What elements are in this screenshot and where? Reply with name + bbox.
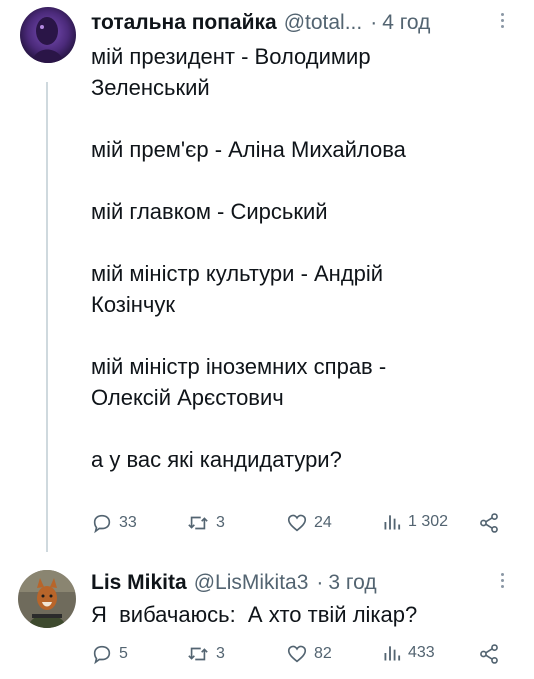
share-button[interactable]: [478, 643, 500, 665]
reply-count: 5: [119, 645, 128, 662]
thread-line: [46, 82, 48, 552]
action-bar: 33 3 24 1 302: [91, 512, 511, 540]
author-name[interactable]: тотальна попайка: [91, 11, 277, 35]
like-button[interactable]: 82: [286, 643, 332, 665]
heart-icon: [287, 645, 307, 663]
timestamp[interactable]: 4 год: [382, 11, 430, 35]
retweet-count: 3: [216, 514, 225, 531]
speech-bubble-icon: [93, 514, 111, 534]
views-count: 433: [408, 644, 435, 661]
tweet-1[interactable]: тотальна попайка @total... · 4 год мій п…: [0, 0, 534, 552]
share-icon: [480, 513, 498, 533]
share-icon: [480, 644, 498, 664]
more-dots-icon[interactable]: [500, 573, 506, 591]
speech-bubble-icon: [93, 645, 111, 665]
reply-button[interactable]: 5: [91, 643, 128, 665]
author-handle[interactable]: @total...: [284, 11, 363, 35]
views-button[interactable]: 1 302: [382, 512, 448, 532]
views-count: 1 302: [408, 513, 449, 530]
action-bar: 5 3 82 433: [91, 643, 511, 671]
tweet-text: Я вибачаюсь: А хто твій лікар?: [91, 602, 418, 627]
views-button[interactable]: 433: [382, 643, 435, 663]
share-button[interactable]: [478, 512, 500, 534]
timestamp[interactable]: 3 год: [328, 571, 376, 595]
retweet-count: 3: [216, 645, 225, 662]
bar-chart-icon: [384, 646, 401, 661]
like-count: 24: [314, 514, 332, 531]
reply-count: 33: [119, 514, 137, 531]
bar-chart-icon: [384, 515, 401, 530]
separator-dot: ·: [316, 571, 324, 594]
separator-dot: ·: [370, 11, 378, 34]
tweet-text: мій президент - Володимир Зеленський мій…: [91, 44, 406, 472]
retweet-button[interactable]: 3: [186, 643, 225, 665]
avatar[interactable]: [18, 570, 76, 628]
heart-icon: [287, 514, 307, 532]
retweet-icon: [188, 516, 208, 530]
like-count: 82: [314, 645, 332, 662]
retweet-icon: [188, 647, 208, 661]
retweet-button[interactable]: 3: [186, 512, 225, 534]
like-button[interactable]: 24: [286, 512, 332, 534]
tweet-2[interactable]: Lis Mikita @LisMikita3 · 3 год Я вибачаю…: [0, 555, 534, 679]
avatar[interactable]: [20, 7, 76, 63]
more-dots-icon[interactable]: [500, 13, 506, 31]
author-name[interactable]: Lis Mikita: [91, 571, 187, 595]
reply-button[interactable]: 33: [91, 512, 137, 534]
tweet-header: тотальна попайка @total... · 4 год: [91, 11, 430, 35]
author-handle[interactable]: @LisMikita3: [194, 571, 309, 595]
tweet-header: Lis Mikita @LisMikita3 · 3 год: [91, 571, 377, 595]
